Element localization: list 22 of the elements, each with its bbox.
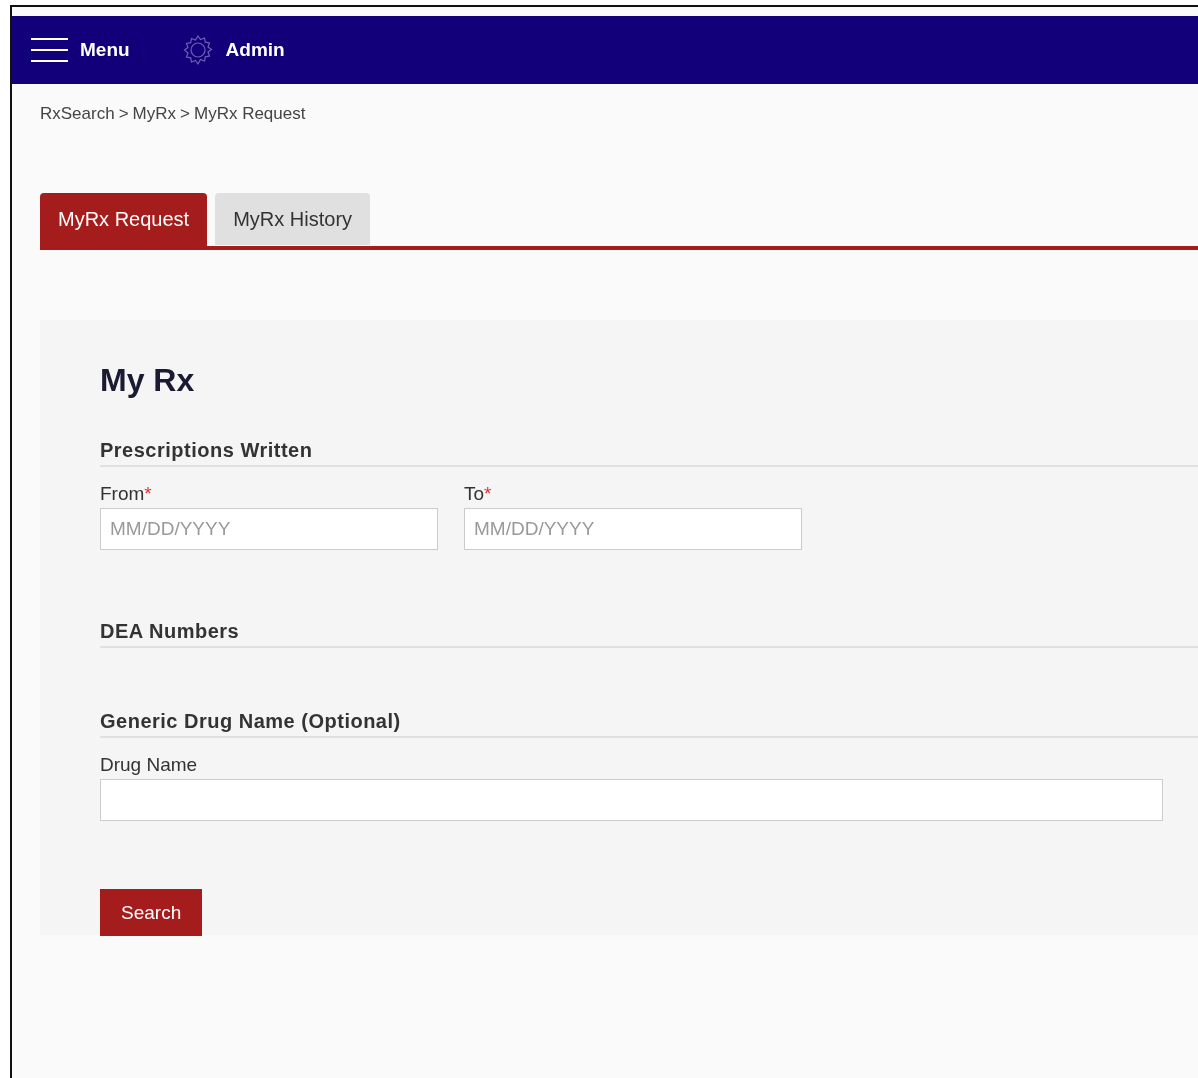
- tab[interactable]: MyRx History: [215, 193, 371, 245]
- drug-name-field[interactable]: [100, 779, 1163, 821]
- section-heading: Prescriptions Written: [100, 439, 1198, 467]
- breadcrumb-separator: >: [180, 104, 190, 124]
- menu-icon: [31, 37, 68, 63]
- breadcrumb-link[interactable]: RxSearch: [40, 104, 115, 124]
- field-label: To*: [464, 483, 493, 505]
- section-heading: Generic Drug Name (Optional): [100, 710, 1198, 738]
- breadcrumb-link[interactable]: MyRx Request: [193, 104, 306, 124]
- gear-icon: [181, 34, 214, 66]
- field-label: Drug Name: [100, 754, 199, 776]
- date-field[interactable]: MM/DD/YYYY: [100, 508, 438, 550]
- date-field[interactable]: MM/DD/YYYY: [464, 508, 802, 550]
- field-label: From*: [100, 483, 153, 505]
- tab[interactable]: MyRx Request: [40, 193, 208, 246]
- search-button[interactable]: Search: [100, 889, 203, 936]
- page-title: My Rx: [100, 362, 196, 399]
- admin-button[interactable]: Admin: [181, 34, 285, 66]
- section-heading: DEA Numbers: [100, 620, 1198, 648]
- breadcrumb-separator: >: [118, 104, 129, 124]
- breadcrumb-link[interactable]: MyRx: [132, 104, 177, 124]
- menu-button[interactable]: Menu: [31, 37, 130, 63]
